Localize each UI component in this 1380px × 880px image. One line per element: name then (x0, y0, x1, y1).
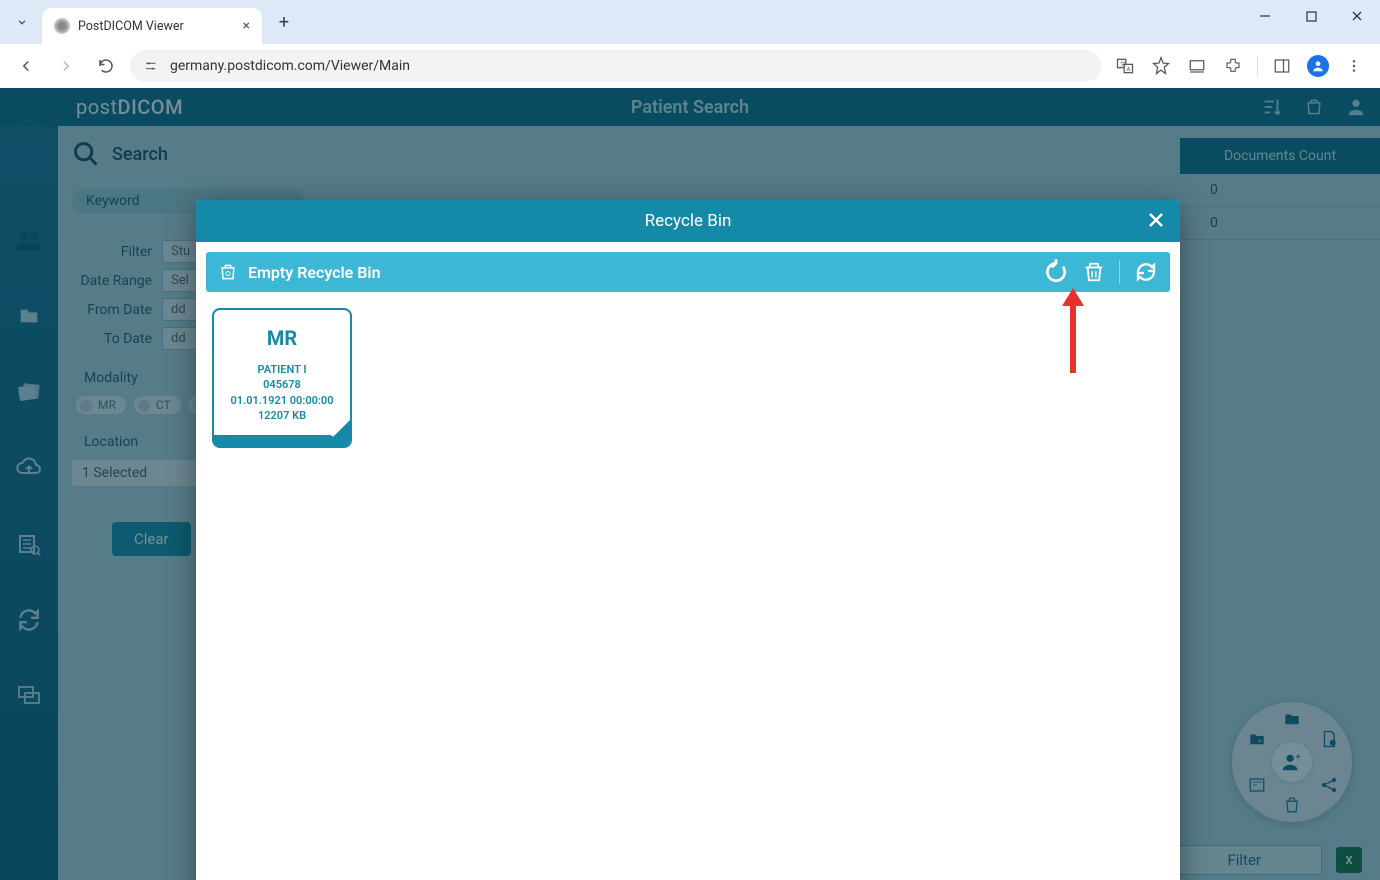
delete-permanently-button[interactable] (1083, 259, 1105, 285)
tab-favicon (54, 18, 70, 34)
site-settings-icon[interactable] (144, 58, 160, 74)
modal-body: MR PATIENT I 045678 01.01.1921 00:00:00 … (196, 302, 1180, 880)
study-patient-id: 045678 (214, 377, 350, 392)
profile-button[interactable] (1302, 50, 1334, 82)
extensions-icon[interactable] (1217, 50, 1249, 82)
window-minimize-button[interactable] (1242, 0, 1288, 32)
screen-icon[interactable] (1181, 50, 1213, 82)
window-maximize-button[interactable] (1288, 0, 1334, 32)
chevron-down-icon (15, 15, 29, 29)
modal-toolbar: Empty Recycle Bin (206, 252, 1170, 292)
new-tab-button[interactable]: + (270, 8, 298, 36)
modal-close-button[interactable] (1144, 208, 1168, 232)
tab-close-button[interactable]: × (243, 18, 250, 34)
url-input[interactable]: germany.postdicom.com/Viewer/Main (130, 50, 1101, 82)
app-root: postDICOM Patient Search Search Keyword … (0, 88, 1380, 880)
browser-tab[interactable]: PostDICOM Viewer × (42, 8, 262, 44)
window-close-button[interactable] (1334, 0, 1380, 32)
browser-reload-button[interactable] (90, 50, 122, 82)
browser-chrome: PostDICOM Viewer × + germany.postdicom.c… (0, 0, 1380, 88)
empty-recycle-bin-button[interactable]: Empty Recycle Bin (218, 261, 381, 283)
recycle-bin-modal: Recycle Bin Empty Recycle Bin MR PATIENT… (196, 200, 1180, 880)
window-controls (1242, 0, 1380, 32)
trash-icon (218, 261, 238, 283)
study-date: 01.01.1921 00:00:00 (214, 393, 350, 408)
refresh-button[interactable] (1134, 260, 1158, 284)
browser-forward-button[interactable] (50, 50, 82, 82)
svg-text:A: A (1127, 67, 1131, 73)
modal-header: Recycle Bin (196, 200, 1180, 242)
sidepanel-icon[interactable] (1266, 50, 1298, 82)
browser-back-button[interactable] (10, 50, 42, 82)
browser-titlebar: PostDICOM Viewer × + (0, 0, 1380, 44)
restore-button[interactable] (1043, 259, 1069, 285)
study-size: 12207 KB (214, 408, 350, 423)
modal-title: Recycle Bin (645, 211, 732, 231)
study-card[interactable]: MR PATIENT I 045678 01.01.1921 00:00:00 … (212, 308, 352, 448)
bookmark-icon[interactable] (1145, 50, 1177, 82)
browser-address-bar: germany.postdicom.com/Viewer/Main 文A (0, 44, 1380, 88)
url-text: germany.postdicom.com/Viewer/Main (170, 58, 410, 74)
study-patient-name: PATIENT I (214, 362, 350, 377)
translate-icon[interactable]: 文A (1109, 50, 1141, 82)
svg-text:文: 文 (1120, 60, 1126, 68)
study-modality: MR (214, 326, 350, 350)
browser-menu-button[interactable] (1338, 50, 1370, 82)
tab-search-dropdown[interactable] (6, 6, 38, 38)
tab-title: PostDICOM Viewer (78, 19, 235, 34)
